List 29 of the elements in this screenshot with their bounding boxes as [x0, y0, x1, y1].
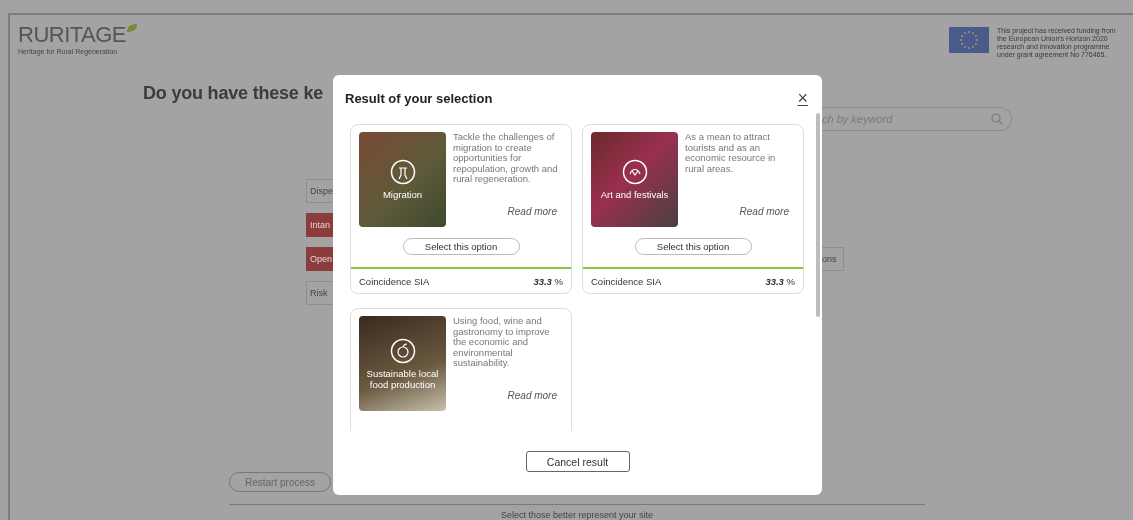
footer-hint: Select those better represent your site	[499, 510, 655, 520]
image-label: Migration	[381, 189, 424, 200]
round-emblem-icon	[621, 159, 648, 185]
image-label: Sustainable local food production	[365, 367, 440, 390]
page-heading: Do you have these ke	[143, 83, 324, 104]
cancel-button[interactable]: Cancel result	[525, 451, 630, 472]
leaf-icon	[126, 23, 139, 33]
image-label: Art and festivals	[599, 189, 670, 200]
keyword-tag[interactable]: Intan	[306, 213, 334, 237]
coincidence-label: Coincidence SIA	[359, 275, 430, 287]
close-button[interactable]: ×	[797, 89, 808, 107]
option-description: Tackle the challenges of migration to create opportunities for repopulation, growth and rural regeneration.	[453, 132, 559, 185]
select-button[interactable]: Select this option	[634, 238, 752, 255]
flag-icon	[949, 27, 989, 53]
search-icon	[991, 113, 1003, 125]
option-description: Using food, wine and gastronomy to improve the economic and environmental sustainability.	[453, 316, 551, 369]
read-more-link[interactable]: Read more	[507, 390, 563, 411]
coincidence-value: 33.3 %	[533, 275, 563, 287]
logo-wordmark: RURITAGE	[18, 23, 127, 47]
read-more-link[interactable]: Read more	[739, 206, 795, 227]
round-emblem-icon	[389, 159, 416, 185]
read-more-link[interactable]: Read more	[507, 206, 563, 227]
keyword-tag[interactable]: Open	[306, 247, 334, 271]
option-description: As a mean to attract tourists and as an economic resource in rural areas.	[685, 132, 777, 174]
round-emblem-icon	[389, 337, 416, 364]
coincidence-label: Coincidence SIA	[591, 275, 662, 287]
coincidence-value: 33.3 %	[765, 275, 795, 287]
select-button[interactable]: Select this option	[402, 238, 520, 255]
dialog-title: Result of your selection	[345, 90, 493, 106]
